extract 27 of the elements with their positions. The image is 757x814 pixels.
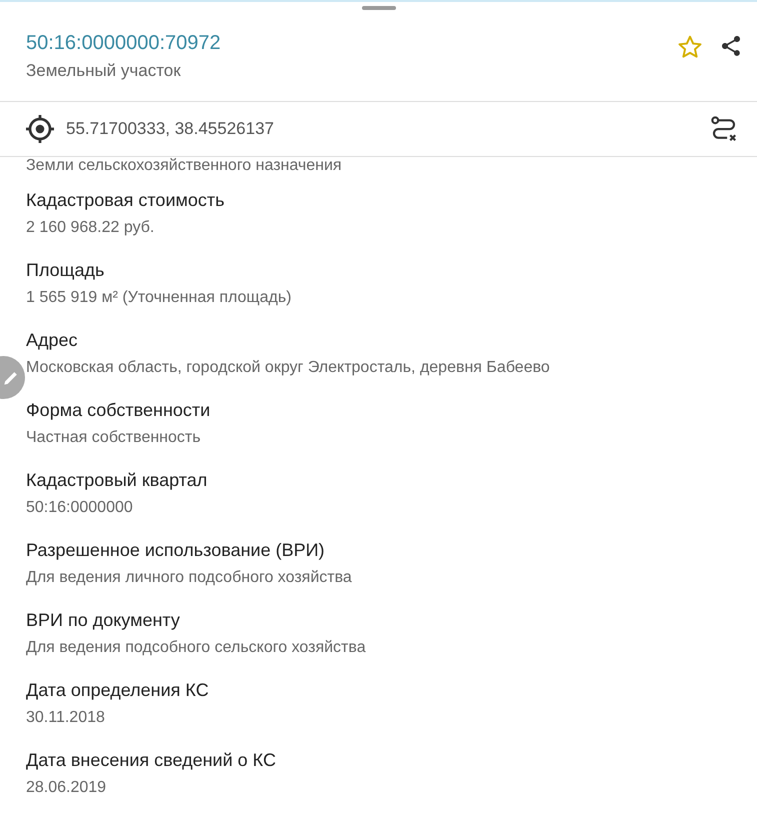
field-label: Дата внесения сведений о КС [26, 749, 277, 771]
field-value: 30.11.2018 [26, 708, 106, 728]
field-value: Для ведения личного подсобного хозяйства [26, 568, 353, 588]
field-label: Форма собственности [26, 399, 212, 421]
field-label: Площадь [26, 259, 106, 281]
field-label: Разрешенное использование (ВРИ) [26, 539, 326, 561]
field-value: 1 565 919 м² (Уточненная площадь) [26, 288, 292, 308]
field-value: Для ведения подсобного сельского хозяйства [26, 638, 367, 658]
field-label: Кадастровый квартал [26, 469, 208, 491]
field-label: Кадастровая стоимость [26, 189, 226, 211]
share-icon[interactable] [719, 34, 743, 58]
object-type: Земельный участок [26, 61, 182, 81]
field-label: ВРИ по документу [26, 609, 181, 631]
field-value: Частная собственность [26, 428, 202, 448]
field-value: 50:16:0000000 [26, 498, 134, 518]
field-value: Земли сельскохозяйственного назначения [26, 157, 343, 175]
coordinates: 55.71700333, 38.45526137 [66, 119, 275, 139]
location-target-icon[interactable] [24, 113, 56, 145]
field-value: 2 160 968.22 руб. [26, 218, 156, 238]
drag-handle[interactable] [362, 6, 396, 10]
field-label: Дата определения КС [26, 679, 210, 701]
field-value: 28.06.2019 [26, 778, 108, 798]
star-icon[interactable] [677, 34, 703, 60]
route-icon[interactable] [709, 114, 739, 144]
field-label: Адрес [26, 329, 79, 351]
field-value: Московская область, городской округ Электросталь, деревня Бабеево [26, 358, 551, 378]
cadastral-number: 50:16:0000000:70972 [26, 32, 222, 55]
